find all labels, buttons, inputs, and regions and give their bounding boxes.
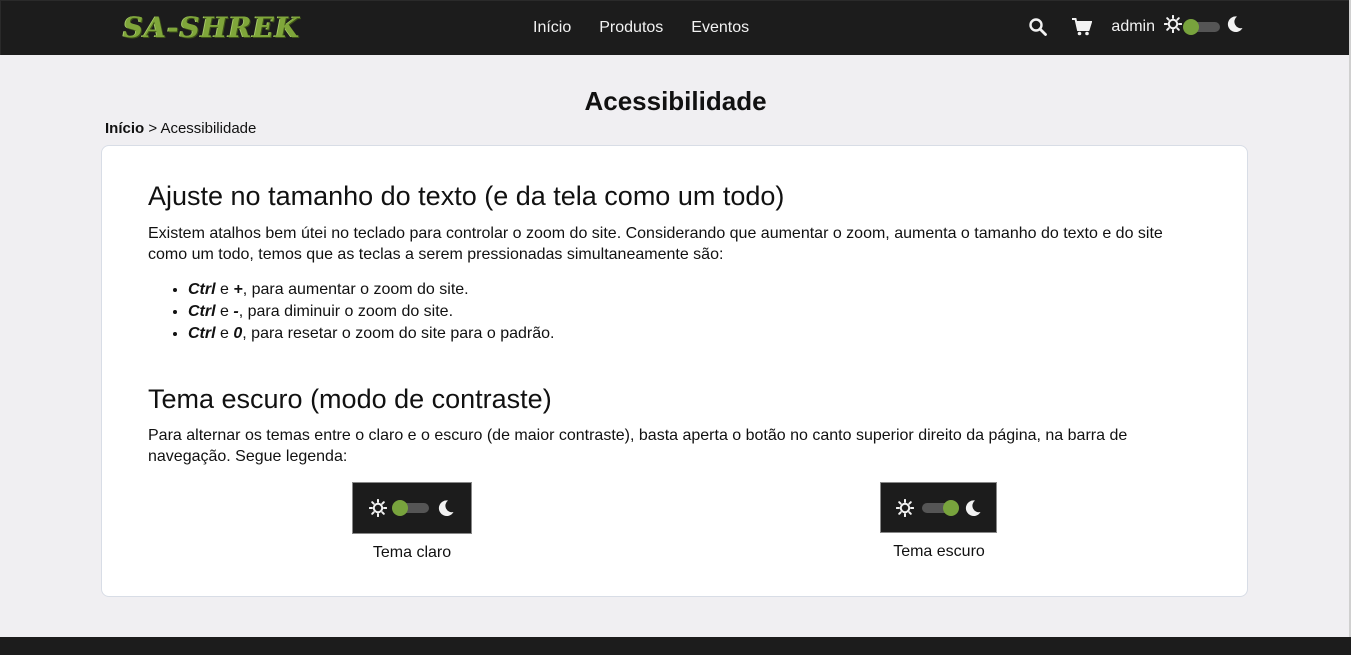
legend-switch-knob bbox=[942, 499, 959, 516]
zoom-heading: Ajuste no tamanho do texto (e da tela co… bbox=[148, 181, 785, 211]
sun-icon bbox=[895, 498, 914, 517]
zoom-description: Existem atalhos bem útei no teclado para… bbox=[148, 225, 1163, 263]
shortcut-item: Ctrl e +, para aumentar o zoom do site. bbox=[188, 279, 554, 301]
cart-icon[interactable] bbox=[1072, 17, 1093, 36]
sun-icon bbox=[1163, 14, 1183, 38]
shortcut-key: Ctrl bbox=[188, 325, 216, 342]
legend-dark-image bbox=[880, 482, 997, 533]
sun-icon bbox=[369, 499, 387, 517]
theme-heading: Tema escuro (modo de contraste) bbox=[148, 384, 552, 414]
shortcut-key: Ctrl bbox=[188, 281, 216, 298]
moon-icon bbox=[1226, 15, 1244, 38]
shortcut-key: Ctrl bbox=[188, 303, 216, 320]
shortcut-item: Ctrl e -, para diminuir o zoom do site. bbox=[188, 301, 554, 323]
shortcut-joiner: e bbox=[220, 281, 229, 298]
page-title: Acessibilidade bbox=[584, 86, 767, 116]
shortcut-joiner: e bbox=[220, 325, 229, 342]
shortcut-desc: , para diminuir o zoom do site. bbox=[238, 303, 454, 320]
breadcrumb-separator: > bbox=[148, 120, 158, 137]
legend-dark-label: Tema escuro bbox=[893, 543, 985, 560]
navbar: SA-SHREK Início Produtos Eventos admin bbox=[0, 0, 1351, 55]
moon-icon bbox=[438, 500, 454, 516]
shortcut-key: 0 bbox=[233, 325, 243, 342]
shortcut-key: + bbox=[233, 281, 243, 298]
breadcrumb: Início > Acessibilidade bbox=[105, 120, 256, 137]
shortcut-joiner: e bbox=[220, 303, 229, 320]
theme-description: Para alternar os temas entre o claro e o… bbox=[148, 427, 1128, 465]
legend-dark: Tema escuro bbox=[880, 482, 998, 561]
shortcut-item: Ctrl e 0, para resetar o zoom do site pa… bbox=[188, 323, 554, 345]
content-card: Ajuste no tamanho do texto (e da tela co… bbox=[101, 145, 1248, 597]
legend-light: Tema claro bbox=[352, 482, 472, 562]
theme-switch-knob bbox=[1183, 18, 1199, 35]
moon-icon bbox=[965, 499, 980, 516]
theme-switch[interactable] bbox=[1183, 18, 1220, 35]
shortcut-list: Ctrl e +, para aumentar o zoom do site. … bbox=[148, 279, 554, 345]
shortcut-desc: , para resetar o zoom do site para o pad… bbox=[242, 325, 555, 342]
nav-link-produtos[interactable]: Produtos bbox=[599, 19, 663, 37]
theme-toggle[interactable] bbox=[1163, 14, 1244, 38]
legend-light-label: Tema claro bbox=[372, 544, 452, 561]
nav-link-eventos[interactable]: Eventos bbox=[691, 19, 749, 37]
breadcrumb-current: Acessibilidade bbox=[160, 120, 257, 137]
legend-switch bbox=[921, 499, 959, 516]
nav-right: admin bbox=[1029, 14, 1244, 38]
search-icon[interactable] bbox=[1029, 17, 1048, 36]
nav-links: Início Produtos Eventos bbox=[533, 19, 749, 37]
site-logo[interactable]: SA-SHREK bbox=[123, 11, 300, 44]
footer bbox=[0, 637, 1351, 655]
shortcut-desc: , para aumentar o zoom do site. bbox=[242, 281, 469, 298]
legend-switch-knob bbox=[392, 500, 408, 516]
nav-link-inicio[interactable]: Início bbox=[533, 19, 571, 37]
legend-light-image bbox=[352, 482, 472, 534]
user-menu[interactable]: admin bbox=[1111, 18, 1155, 36]
breadcrumb-home-link[interactable]: Início bbox=[105, 120, 144, 137]
legend-switch bbox=[392, 500, 429, 516]
